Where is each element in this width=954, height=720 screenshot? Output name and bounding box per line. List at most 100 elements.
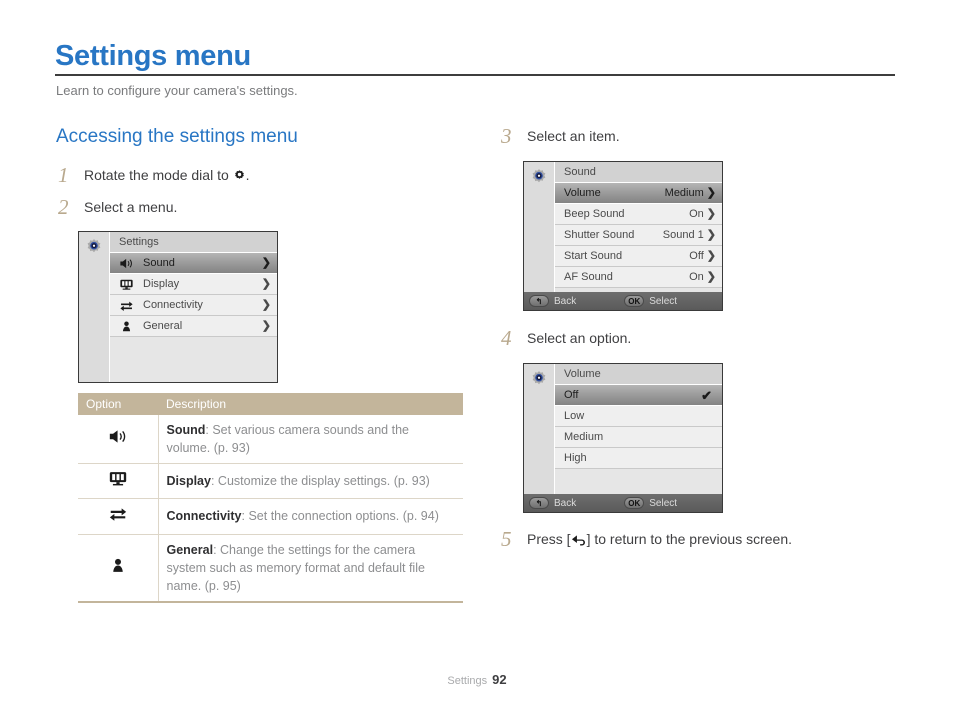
back-arrow-icon [571, 534, 587, 546]
settings-screen-empty-area [110, 337, 277, 379]
ok-key-icon[interactable]: OK [624, 497, 645, 509]
section-heading: Accessing the settings menu [56, 126, 298, 147]
table-row: Sound: Set various camera sounds and the… [78, 415, 463, 465]
option-name: Sound [166, 423, 206, 437]
table-cell-description: Connectivity: Set the connection options… [158, 498, 463, 535]
volume-row-low[interactable]: Low [555, 406, 722, 427]
gear-icon [530, 168, 548, 186]
option-desc: : Customize the display settings. (p. 93… [210, 474, 430, 489]
settings-row-label: Connectivity [143, 299, 203, 311]
option-description-table: Option Description Sound: Set various ca… [78, 393, 463, 603]
person-icon [119, 320, 139, 333]
chevron-right-icon: ❯ [706, 186, 716, 199]
table-cell-description: Sound: Set various camera sounds and the… [158, 415, 463, 465]
step-1-text-after: . [245, 167, 250, 183]
back-key-icon[interactable]: ↰ [529, 295, 549, 307]
chevron-right-icon: ❯ [706, 207, 716, 220]
step-4-number: 4 [501, 326, 512, 350]
settings-screen-body: Settings Sound ❯ Display ❯ Connectivity … [110, 232, 277, 382]
page-footer: Settings 92 [0, 672, 954, 687]
chevron-right-icon: ❯ [261, 277, 271, 290]
settings-row-label: Display [143, 278, 180, 290]
settings-screen-sidebar [79, 232, 110, 382]
title-divider [55, 74, 895, 76]
table-cell-icon [78, 534, 159, 603]
settings-row-display[interactable]: Display ❯ [110, 274, 277, 295]
manual-page: Settings menu Learn to configure your ca… [0, 0, 954, 720]
volume-screen-sidebar [524, 364, 555, 512]
volume-row-off[interactable]: Off ✔ [555, 385, 722, 406]
volume-screen: Volume Off ✔ Low Medium High ↰ Back OK S… [523, 363, 723, 513]
speaker-icon [108, 428, 128, 445]
sound-screen-sidebar [524, 162, 555, 310]
page-subtitle: Learn to configure your camera's setting… [56, 83, 298, 98]
table-row: Connectivity: Set the connection options… [78, 498, 463, 535]
gear-icon [233, 169, 246, 182]
table-cell-description: Display: Customize the display settings.… [158, 463, 463, 500]
settings-row-sound[interactable]: Sound ❯ [110, 253, 277, 274]
volume-screen-title: Volume [555, 364, 722, 385]
step-5-text: Press [] to return to the previous scree… [527, 531, 792, 547]
sound-row-value: Sound 1 [662, 229, 704, 241]
volume-row-label: Medium [564, 431, 604, 443]
table-header-option: Option [78, 393, 158, 415]
step-2-text: Select a menu. [84, 199, 178, 215]
step-3-number: 3 [501, 124, 512, 148]
sound-row-label: Volume [564, 187, 601, 199]
sound-row-af-sound[interactable]: AF Sound On ❯ [555, 267, 722, 288]
table-row: Display: Customize the display settings.… [78, 463, 463, 500]
sound-row-beep-sound[interactable]: Beep Sound On ❯ [555, 204, 722, 225]
table-header-description: Description [158, 393, 463, 415]
volume-row-label: Low [564, 410, 585, 422]
step-3-text: Select an item. [527, 128, 620, 144]
connectivity-icon [108, 505, 128, 522]
chevron-right-icon: ❯ [706, 270, 716, 283]
sound-screen-body: Sound Volume Medium ❯ Beep Sound On ❯ Sh… [555, 162, 722, 310]
step-5-text-after: ] to return to the previous screen. [586, 531, 793, 547]
footer-label: Settings [447, 675, 488, 687]
ok-key-icon[interactable]: OK [624, 295, 645, 307]
sound-row-label: AF Sound [564, 271, 613, 283]
sound-screen-title: Sound [555, 162, 722, 183]
option-name: Connectivity [166, 509, 242, 524]
chevron-right-icon: ❯ [261, 319, 271, 332]
settings-row-connectivity[interactable]: Connectivity ❯ [110, 295, 277, 316]
sound-row-value: On [689, 271, 704, 283]
back-key-icon[interactable]: ↰ [529, 497, 549, 509]
sound-row-volume[interactable]: Volume Medium ❯ [555, 183, 722, 204]
settings-row-label: Sound [143, 257, 175, 269]
settings-screen-title: Settings [110, 232, 277, 253]
volume-screen-bottom-bar: ↰ Back OK Select [524, 494, 722, 512]
volume-row-high[interactable]: High [555, 448, 722, 469]
check-icon: ✔ [701, 387, 712, 403]
display-icon [108, 470, 128, 487]
table-header-row: Option Description [78, 393, 463, 415]
option-name: Display [166, 474, 211, 489]
sound-row-shutter-sound[interactable]: Shutter Sound Sound 1 ❯ [555, 225, 722, 246]
volume-screen-empty-row [555, 469, 722, 490]
step-1-text: Rotate the mode dial to . [84, 167, 250, 183]
sound-row-label: Start Sound [564, 250, 623, 262]
sound-screen-bottom-bar: ↰ Back OK Select [524, 292, 722, 310]
option-desc: : Set the connection options. (p. 94) [241, 509, 439, 524]
speaker-icon [119, 257, 139, 270]
back-label: Back [554, 497, 577, 509]
chevron-right-icon: ❯ [706, 249, 716, 262]
settings-row-general[interactable]: General ❯ [110, 316, 277, 337]
step-1-text-before: Rotate the mode dial to [84, 167, 229, 183]
step-4-text: Select an option. [527, 330, 632, 346]
gear-icon [530, 370, 548, 388]
select-label: Select [649, 497, 678, 509]
table-cell-icon [78, 498, 159, 535]
option-name: General [166, 542, 214, 557]
back-label: Back [554, 295, 577, 307]
connectivity-icon [119, 299, 139, 312]
volume-row-medium[interactable]: Medium [555, 427, 722, 448]
sound-row-value: Off [689, 250, 704, 262]
sound-screen: Sound Volume Medium ❯ Beep Sound On ❯ Sh… [523, 161, 723, 311]
table-cell-description: General: Change the settings for the cam… [158, 534, 463, 603]
sound-row-start-sound[interactable]: Start Sound Off ❯ [555, 246, 722, 267]
chevron-right-icon: ❯ [706, 228, 716, 241]
chevron-right-icon: ❯ [261, 256, 271, 269]
gear-icon [85, 238, 103, 256]
